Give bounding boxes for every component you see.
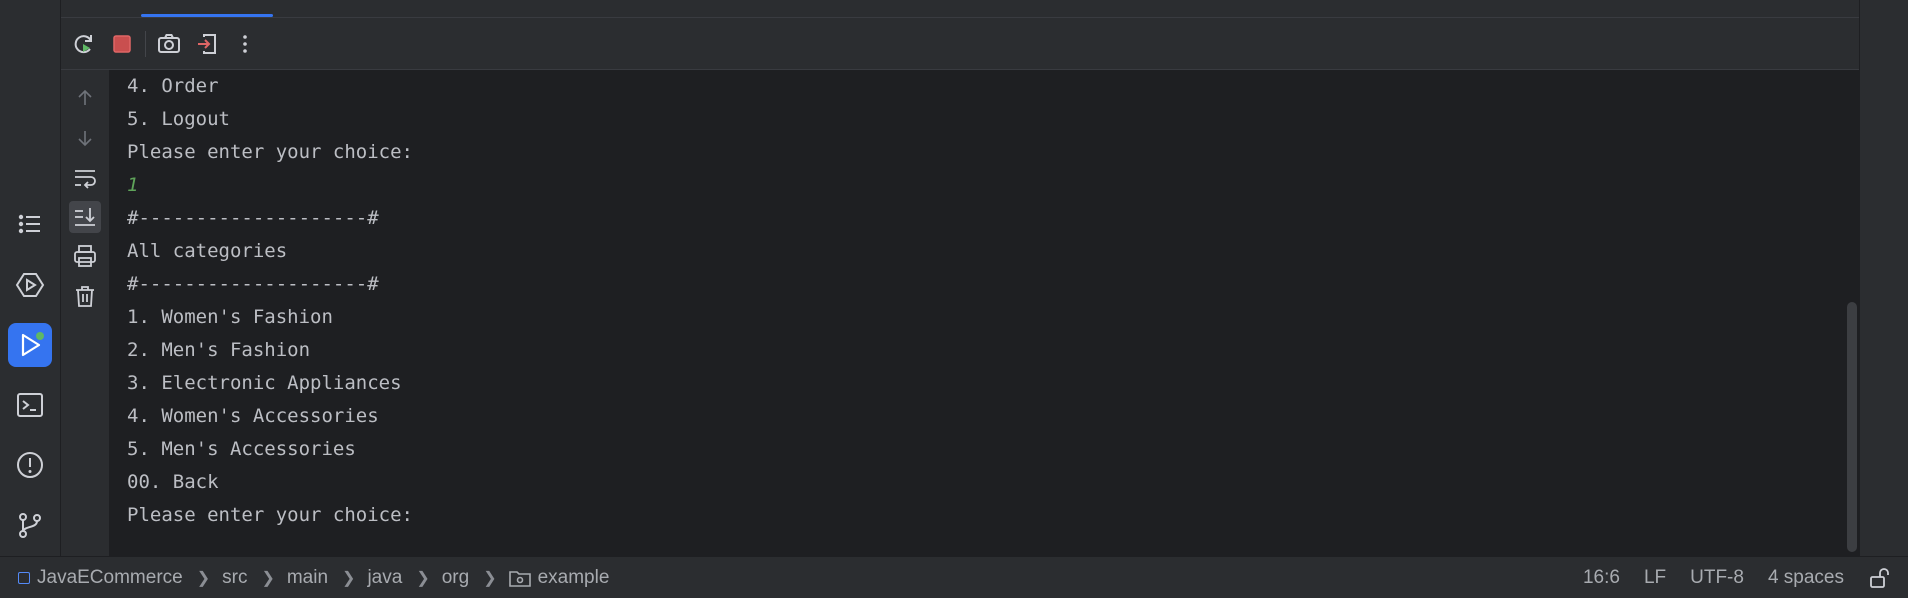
terminal-icon[interactable] [8, 383, 52, 427]
console-line: 5. Men's Accessories [127, 438, 356, 460]
console-line: 1. Women's Fashion [127, 306, 333, 328]
scroll-to-end-icon[interactable] [69, 201, 101, 233]
run-icon[interactable] [8, 323, 52, 367]
clear-icon[interactable] [69, 280, 101, 312]
console-line: #--------------------# [127, 207, 379, 229]
console-line: 00. Back [127, 471, 219, 493]
breadcrumb-label: JavaECommerce [37, 566, 183, 588]
console-user-input: 1 [127, 174, 139, 196]
status-bar: JavaECommerce ❯ src ❯ main ❯ java ❯ org … [0, 556, 1908, 598]
breadcrumb: JavaECommerce ❯ src ❯ main ❯ java ❯ org … [18, 567, 609, 589]
more-icon[interactable] [230, 29, 260, 59]
console-line: Please enter your choice: [127, 504, 413, 526]
breadcrumb-label: main [286, 566, 329, 588]
breadcrumb-org[interactable]: org [442, 567, 469, 589]
tool-window-strip-left [0, 0, 61, 556]
console-line: All categories [127, 240, 288, 262]
run-toolbar [61, 18, 1859, 70]
breadcrumb-project[interactable]: JavaECommerce [18, 567, 183, 589]
module-icon [18, 571, 30, 584]
console-line: 3. Electronic Appliances [127, 372, 402, 394]
console-gutter [61, 70, 109, 556]
line-separator[interactable]: LF [1644, 567, 1666, 589]
screenshot-icon[interactable] [154, 29, 184, 59]
unlock-icon[interactable] [1868, 567, 1890, 589]
chevron-right-icon: ❯ [196, 569, 211, 587]
soft-wrap-icon[interactable] [69, 162, 101, 194]
breadcrumb-example[interactable]: example [508, 566, 610, 589]
toolbar-separator [145, 30, 146, 57]
chevron-right-icon: ❯ [416, 569, 430, 587]
console-line: 2. Men's Fashion [127, 339, 311, 361]
print-icon[interactable] [69, 240, 101, 272]
indent-setting[interactable]: 4 spaces [1768, 567, 1844, 589]
breadcrumb-label: example [537, 566, 610, 588]
chevron-right-icon: ❯ [342, 569, 356, 587]
breadcrumb-src[interactable]: src [222, 567, 247, 589]
status-widgets: 16:6 LF UTF-8 4 spaces [1583, 567, 1908, 589]
tool-window-strip-right [1859, 0, 1908, 556]
stop-icon[interactable] [107, 29, 137, 59]
console-scrollbar[interactable] [1847, 302, 1857, 552]
chevron-right-icon: ❯ [261, 569, 275, 587]
run-tabbar [61, 0, 1859, 18]
console-line: #--------------------# [127, 273, 379, 295]
problems-icon[interactable] [8, 443, 52, 487]
console-line: 5. Logout [127, 108, 230, 130]
caret-position[interactable]: 16:6 [1583, 567, 1620, 589]
rerun-icon[interactable] [69, 29, 99, 59]
up-arrow-icon[interactable] [69, 82, 101, 114]
structure-icon[interactable] [8, 202, 52, 246]
breadcrumb-label: src [222, 566, 248, 588]
chevron-right-icon: ❯ [483, 569, 497, 587]
active-tab-indicator[interactable] [141, 14, 273, 17]
breadcrumb-java[interactable]: java [367, 567, 402, 589]
console-line: Please enter your choice: [127, 141, 413, 163]
console-line: 4. Women's Accessories [127, 405, 379, 427]
git-icon[interactable] [8, 503, 52, 547]
exit-icon[interactable] [192, 29, 222, 59]
breadcrumb-label: java [367, 566, 403, 588]
console-output[interactable]: 4. Order 5. Logout Please enter your cho… [110, 70, 1845, 556]
services-icon[interactable] [8, 263, 52, 307]
console-line: 4. Order [127, 75, 219, 97]
breadcrumb-main[interactable]: main [287, 567, 328, 589]
file-encoding[interactable]: UTF-8 [1690, 567, 1744, 589]
package-folder-icon [508, 570, 531, 587]
down-arrow-icon[interactable] [69, 122, 101, 154]
breadcrumb-label: org [441, 566, 470, 588]
